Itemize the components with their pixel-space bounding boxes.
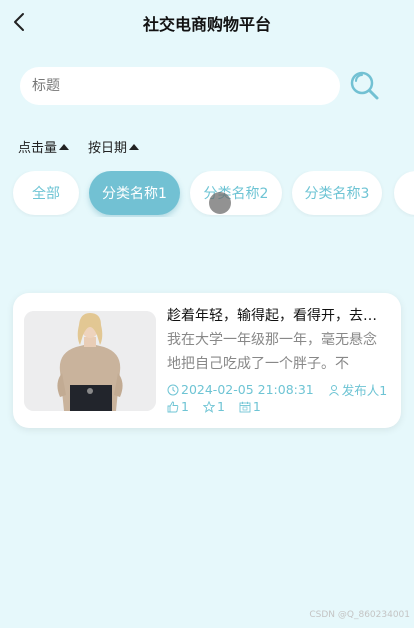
favorite-count: 1 [216,399,225,414]
sort-up-icon [129,143,140,150]
page-title: 社交电商购物平台 [142,15,271,34]
category-tabs: 全部 分类名称1 分类名称2 分类名称3 [0,171,414,217]
touch-indicator [209,192,231,214]
star-icon [202,400,215,413]
post-card[interactable]: 趁着年轻，输得起，看得开，去做自己想做的事 我在大学一年级那一年，毫无悬念地把自… [13,293,401,428]
thumbs-up-icon [167,401,179,412]
post-meta: 2024-02-05 21:08:31 发布人1 [167,380,387,399]
like-count: 1 [181,399,189,414]
post-author: 发布人1 [341,383,388,398]
sort-label: 按日期 [88,141,128,156]
post-title: 趁着年轻，输得起，看得开，去做自己想做的事 [167,308,389,324]
category-tab-1[interactable]: 分类名称1 [89,171,180,215]
calendar-icon [239,401,251,412]
clock-icon [167,384,179,395]
post-excerpt: 我在大学一年级那一年，毫无悬念地把自己吃成了一个胖子。不 [167,332,377,372]
person-photo-icon [24,311,156,411]
post-stats: 1 1 1 [167,399,261,414]
post-thumbnail [24,311,156,411]
view-count: 1 [252,399,261,414]
post-datetime: 2024-02-05 21:08:31 [181,382,314,397]
sort-by-clicks[interactable]: 点击量 [18,137,70,156]
user-icon [328,384,339,396]
category-tab-all[interactable]: 全部 [13,171,79,215]
watermark: CSDN @Q_860234001 [309,610,410,620]
search-input[interactable] [20,67,340,105]
sort-up-icon [59,143,70,150]
header-bar: 社交电商购物平台 [0,0,414,44]
category-tab-more[interactable] [394,171,414,215]
search-icon[interactable] [348,69,382,103]
search-bar [0,64,414,108]
category-tab-2[interactable]: 分类名称2 [190,171,282,215]
category-tab-3[interactable]: 分类名称3 [292,171,382,215]
sort-bar: 点击量 按日期 [0,137,414,159]
sort-by-date[interactable]: 按日期 [88,137,140,156]
sort-label: 点击量 [18,141,58,156]
